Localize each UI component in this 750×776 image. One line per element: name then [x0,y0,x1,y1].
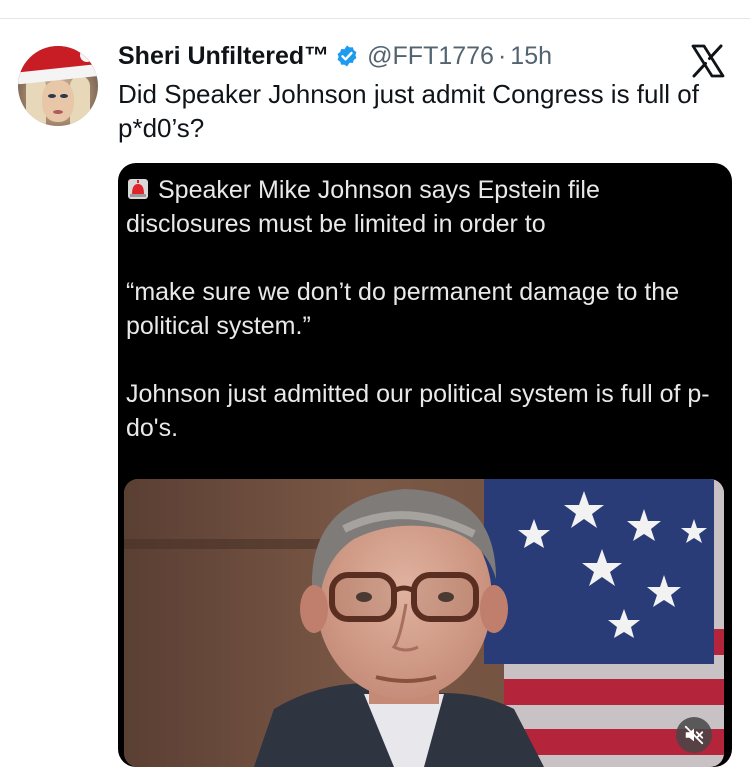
speaker-photo[interactable] [124,479,724,767]
verified-badge-icon [337,45,357,67]
meme-paragraph-2: “make sure we don’t do permanent damage … [126,278,680,340]
mute-button[interactable] [676,717,712,753]
display-name[interactable]: Sheri Unfiltered™ [118,42,329,71]
avatar[interactable] [18,46,98,126]
meme-text-1: Speaker Mike Johnson says Epstein file d… [126,176,600,238]
meme-paragraph-3: Johnson just admitted our political syst… [126,380,710,442]
tweet-media[interactable]: Speaker Mike Johnson says Epstein file d… [118,163,732,767]
meme-paragraph-1: Speaker Mike Johnson says Epstein file d… [126,173,726,241]
speaker-muted-icon [684,725,704,745]
meme-caption: Speaker Mike Johnson says Epstein file d… [126,173,726,445]
tweet-header: Sheri Unfiltered™ @FFT1776 · 15h [118,36,552,76]
x-logo-icon [691,44,725,78]
tweet-text: Did Speaker Johnson just admit Congress … [118,79,699,143]
siren-icon [128,179,148,199]
timestamp[interactable]: 15h [510,42,552,71]
separator-dot: · [497,41,507,70]
top-divider [0,18,750,19]
speaker-photo-image [124,479,724,767]
user-handle[interactable]: @FFT1776 [367,42,494,71]
